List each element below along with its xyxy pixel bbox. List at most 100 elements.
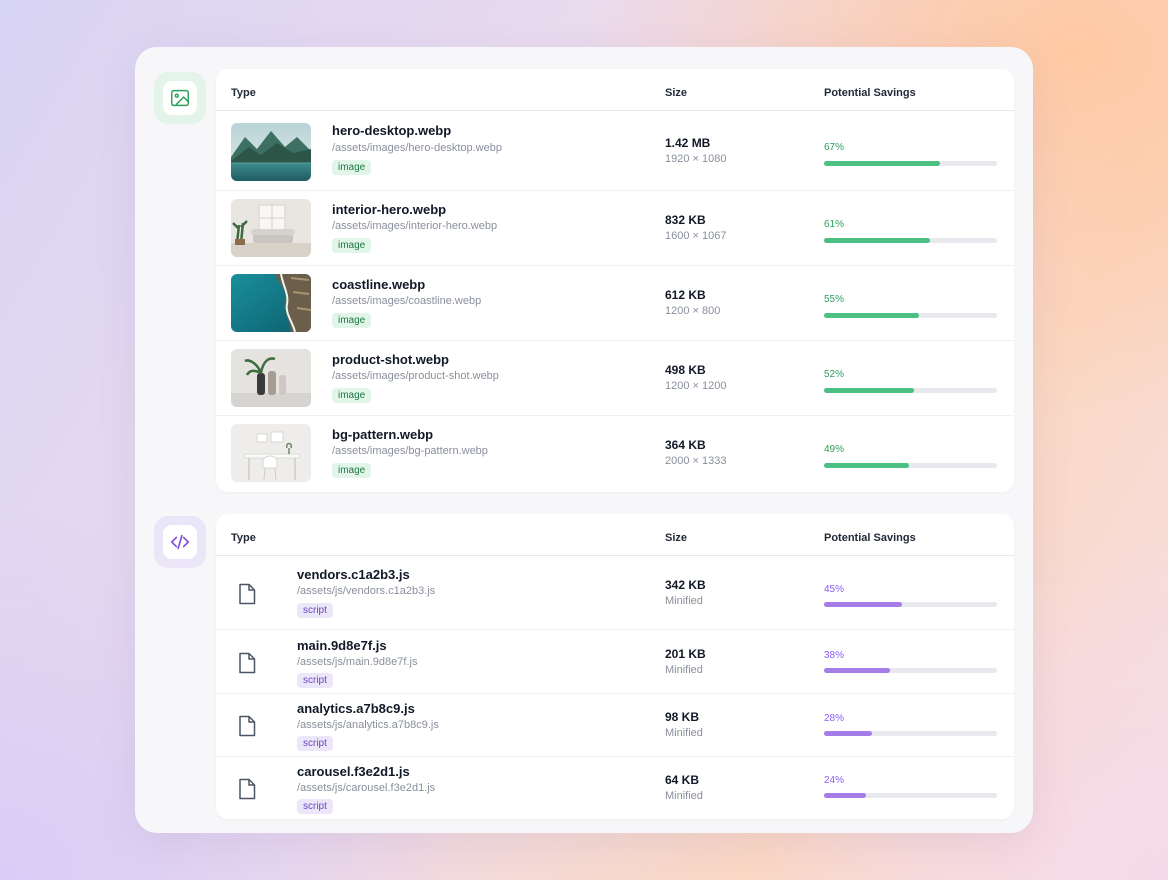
thumbnail-image — [231, 274, 311, 332]
table-row[interactable]: main.9d8e7f.js /assets/js/main.9d8e7f.js… — [216, 630, 1014, 694]
file-path: /assets/js/analytics.a7b8c9.js — [297, 719, 439, 731]
type-badge: image — [332, 463, 372, 478]
scripts-table-header: Type Size Potential Savings — [216, 514, 1014, 556]
file-size: 98 KB — [665, 710, 700, 724]
file-size: 1.42 MB — [665, 136, 711, 150]
table-row[interactable]: product-shot.webp /assets/images/product… — [216, 341, 1014, 416]
file-dimensions: 1600 × 1067 — [665, 230, 727, 242]
images-table: Type Size Potential Savings hero-desktop… — [216, 69, 1014, 492]
file-path: /assets/js/carousel.f3e2d1.js — [297, 782, 436, 794]
file-note: Minified — [665, 664, 703, 676]
file-dimensions: 2000 × 1333 — [665, 455, 727, 467]
code-icon — [170, 534, 190, 550]
file-path: /assets/js/main.9d8e7f.js — [297, 656, 418, 668]
file-note: Minified — [665, 790, 703, 802]
file-name[interactable]: carousel.f3e2d1.js — [297, 764, 410, 779]
savings-bar-fill — [824, 463, 909, 468]
savings-percent: 28% — [824, 713, 845, 724]
savings-percent: 45% — [824, 584, 845, 595]
file-path: /assets/images/coastline.webp — [332, 295, 482, 307]
table-row[interactable]: bg-pattern.webp /assets/images/bg-patter… — [216, 416, 1014, 492]
file-name[interactable]: analytics.a7b8c9.js — [297, 701, 415, 716]
file-size: 612 KB — [665, 288, 706, 302]
file-size: 364 KB — [665, 438, 706, 452]
file-dimensions: 1200 × 800 — [665, 305, 721, 317]
savings-percent: 52% — [824, 369, 845, 380]
savings-bar-fill — [824, 238, 930, 243]
scripts-section-badge — [154, 516, 206, 568]
file-name[interactable]: interior-hero.webp — [332, 202, 446, 217]
table-row[interactable]: carousel.f3e2d1.js /assets/js/carousel.f… — [216, 757, 1014, 819]
images-table-header: Type Size Potential Savings — [216, 69, 1014, 111]
type-badge: image — [332, 160, 372, 175]
file-icon — [239, 652, 256, 674]
file-path: /assets/images/hero-desktop.webp — [332, 142, 502, 154]
savings-percent: 49% — [824, 444, 845, 455]
savings-bar-fill — [824, 731, 873, 736]
type-badge: script — [297, 736, 333, 751]
file-name[interactable]: product-shot.webp — [332, 352, 449, 367]
table-row[interactable]: hero-desktop.webp /assets/images/hero-de… — [216, 111, 1014, 191]
savings-bar-fill — [824, 313, 920, 318]
table-row[interactable]: analytics.a7b8c9.js /assets/js/analytics… — [216, 694, 1014, 757]
column-header-savings: Potential Savings — [824, 532, 916, 544]
column-header-type: Type — [231, 87, 256, 99]
file-name[interactable]: coastline.webp — [332, 277, 425, 292]
savings-bar — [824, 238, 997, 243]
savings-bar — [824, 793, 997, 798]
savings-bar-fill — [824, 161, 940, 166]
column-header-size: Size — [665, 532, 688, 544]
file-name[interactable]: main.9d8e7f.js — [297, 638, 387, 653]
type-badge: script — [297, 673, 333, 688]
file-icon — [239, 715, 256, 737]
savings-bar-fill — [824, 602, 902, 607]
file-icon — [239, 778, 256, 800]
thumbnail-image — [231, 199, 311, 257]
savings-bar — [824, 602, 997, 607]
type-badge: script — [297, 799, 333, 814]
savings-bar-fill — [824, 668, 890, 673]
image-icon — [171, 89, 189, 107]
file-dimensions: 1200 × 1200 — [665, 380, 727, 392]
table-row[interactable]: coastline.webp /assets/images/coastline.… — [216, 266, 1014, 341]
file-dimensions: 1920 × 1080 — [665, 153, 727, 165]
savings-percent: 24% — [824, 775, 845, 786]
file-path: /assets/js/vendors.c1a2b3.js — [297, 585, 436, 597]
table-row[interactable]: vendors.c1a2b3.js /assets/js/vendors.c1a… — [216, 556, 1014, 630]
file-size: 832 KB — [665, 213, 706, 227]
savings-bar — [824, 161, 997, 166]
file-name[interactable]: vendors.c1a2b3.js — [297, 567, 410, 582]
file-icon — [239, 583, 256, 605]
thumbnail-image — [231, 123, 311, 181]
table-row[interactable]: interior-hero.webp /assets/images/interi… — [216, 191, 1014, 266]
savings-bar-fill — [824, 793, 866, 798]
savings-bar-fill — [824, 388, 914, 393]
type-badge: image — [332, 238, 372, 253]
file-path: /assets/images/product-shot.webp — [332, 370, 499, 382]
file-size: 201 KB — [665, 647, 706, 661]
images-section-badge — [154, 72, 206, 124]
savings-bar — [824, 313, 997, 318]
thumbnail-image — [231, 349, 311, 407]
thumbnail-image — [231, 424, 311, 482]
file-note: Minified — [665, 595, 703, 607]
file-note: Minified — [665, 727, 703, 739]
scripts-table: Type Size Potential Savings vendors.c1a2… — [216, 514, 1014, 819]
savings-bar — [824, 731, 997, 736]
savings-percent: 61% — [824, 219, 845, 230]
column-header-size: Size — [665, 87, 688, 99]
file-name[interactable]: bg-pattern.webp — [332, 427, 433, 442]
savings-percent: 38% — [824, 650, 845, 661]
file-path: /assets/images/interior-hero.webp — [332, 220, 498, 232]
savings-percent: 67% — [824, 142, 845, 153]
file-size: 64 KB — [665, 773, 700, 787]
column-header-type: Type — [231, 532, 256, 544]
file-name[interactable]: hero-desktop.webp — [332, 123, 451, 138]
file-path: /assets/images/bg-pattern.webp — [332, 445, 488, 457]
savings-bar — [824, 668, 997, 673]
type-badge: script — [297, 603, 333, 618]
savings-percent: 55% — [824, 294, 845, 305]
column-header-savings: Potential Savings — [824, 87, 916, 99]
type-badge: image — [332, 388, 372, 403]
savings-bar — [824, 388, 997, 393]
